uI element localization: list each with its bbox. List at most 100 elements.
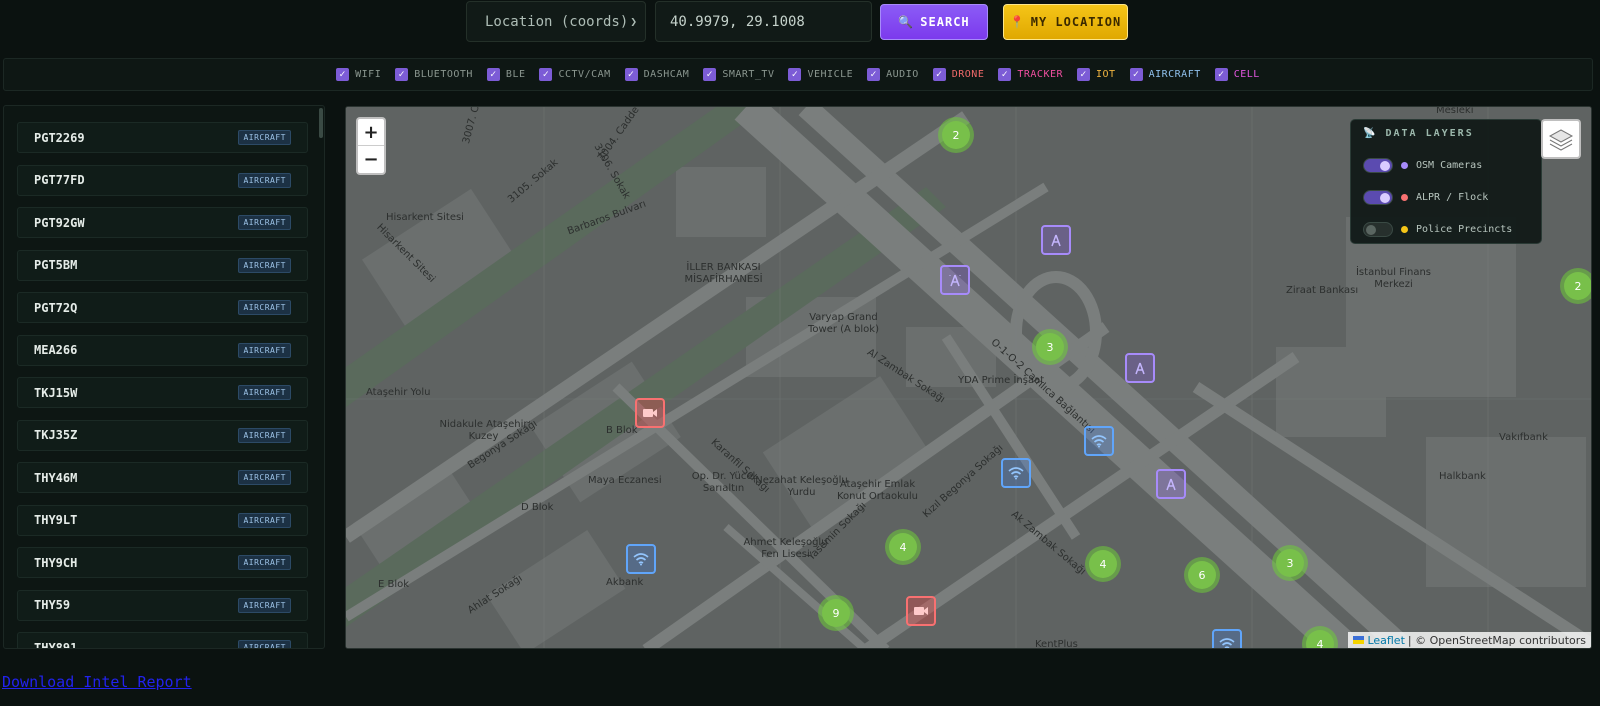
checkbox[interactable]: ✓: [932, 68, 946, 81]
my-location-label: MY LOCATION: [1030, 15, 1122, 29]
list-item[interactable]: PGT5BM AIRCRAFT: [17, 249, 308, 281]
list-item[interactable]: THY9LT AIRCRAFT: [17, 504, 308, 536]
search-button[interactable]: 🔍 SEARCH: [880, 4, 988, 40]
list-item[interactable]: PGT72Q AIRCRAFT: [17, 292, 308, 323]
checkbox[interactable]: ✓: [1214, 68, 1228, 81]
list-item[interactable]: PGT2269 AIRCRAFT: [17, 122, 308, 153]
checkbox[interactable]: ✓: [486, 68, 500, 81]
checkbox[interactable]: ✓: [395, 68, 409, 81]
list-item[interactable]: TKJ35Z AIRCRAFT: [17, 419, 308, 451]
search-mode-value: Location (coords): [485, 13, 629, 30]
checkbox[interactable]: ✓: [703, 68, 717, 81]
wifi-marker[interactable]: [1084, 426, 1114, 456]
layer-toggle[interactable]: [1363, 189, 1393, 205]
cell-tower-marker[interactable]: [1125, 353, 1155, 383]
checkbox[interactable]: ✓: [624, 68, 638, 81]
layer-toggle[interactable]: [1363, 221, 1393, 237]
camera-marker[interactable]: [635, 398, 665, 428]
filter-wifi[interactable]: ✓ WIFI: [336, 68, 381, 81]
leaflet-link[interactable]: Leaflet: [1367, 634, 1404, 647]
cluster-marker[interactable]: 3: [1032, 329, 1068, 365]
cluster-marker[interactable]: 2: [1560, 268, 1591, 304]
device-callsign: THY9LT: [34, 513, 78, 527]
zoom-in-button[interactable]: +: [358, 119, 384, 146]
scrollbar[interactable]: [319, 108, 323, 138]
list-item[interactable]: THY9CH AIRCRAFT: [17, 547, 308, 578]
coords-input[interactable]: 40.9979, 29.1008: [655, 1, 872, 42]
map-label: Maya Eczanesi: [588, 475, 662, 486]
checkbox[interactable]: ✓: [788, 68, 802, 81]
filter-aircraft[interactable]: ✓ AIRCRAFT: [1129, 68, 1201, 81]
filter-label: WIFI: [355, 69, 382, 80]
wifi-marker[interactable]: [1001, 458, 1031, 488]
checkbox[interactable]: ✓: [1129, 68, 1143, 81]
list-item[interactable]: THY891 AIRCRAFT: [17, 632, 308, 648]
device-type-badge: AIRCRAFT: [238, 640, 291, 648]
satellite-icon: 📡: [1363, 128, 1378, 139]
device-callsign: THY59: [34, 598, 71, 612]
data-layers-panel: 📡 DATA LAYERS OSM Cameras ALPR / Flock Pol…: [1350, 119, 1542, 244]
list-item[interactable]: TKJ15W AIRCRAFT: [17, 377, 308, 408]
filter-label: IOT: [1096, 69, 1116, 80]
zoom-out-button[interactable]: −: [358, 146, 384, 173]
filter-ble[interactable]: ✓ BLE: [486, 68, 526, 81]
list-item[interactable]: THY59 AIRCRAFT: [17, 589, 308, 621]
cluster-marker[interactable]: 6: [1184, 557, 1220, 593]
cell-tower-icon: [1051, 234, 1061, 247]
layer-rows: OSM Cameras ALPR / Flock Police Precincts: [1363, 149, 1529, 245]
layer-toggle[interactable]: [1363, 157, 1393, 173]
checkbox[interactable]: ✓: [998, 68, 1012, 81]
filter-audio[interactable]: ✓ AUDIO: [867, 68, 919, 81]
coords-value: 40.9979, 29.1008: [670, 13, 805, 30]
filter-label: SMART_TV: [722, 69, 775, 80]
layer-switcher-button[interactable]: [1541, 119, 1581, 159]
filter-vehicle[interactable]: ✓ VEHICLE: [788, 68, 853, 81]
map[interactable]: Hisarkent Sitesi İLLER BANKASI MİSAFİRHAN…: [345, 106, 1592, 649]
filter-cell[interactable]: ✓ CELL: [1214, 68, 1260, 81]
wifi-marker[interactable]: [1212, 629, 1242, 648]
device-type-badge: AIRCRAFT: [238, 385, 291, 400]
checkbox[interactable]: ✓: [336, 68, 350, 81]
filter-smart-tv[interactable]: ✓ SMART_TV: [703, 68, 774, 81]
filter-cctv-cam[interactable]: ✓ CCTV/CAM: [539, 68, 610, 81]
my-location-button[interactable]: 📍 MY LOCATION: [1003, 4, 1128, 40]
cluster-marker[interactable]: 2: [938, 117, 974, 153]
list-item[interactable]: THY46M AIRCRAFT: [17, 462, 308, 493]
cell-tower-marker[interactable]: [940, 265, 970, 295]
cluster-marker[interactable]: 4: [885, 529, 921, 565]
toggle-knob: [1380, 192, 1390, 203]
device-type-badge: AIRCRAFT: [238, 215, 291, 230]
device-callsign: PGT5BM: [34, 258, 78, 272]
filter-drone[interactable]: ✓ DRONE: [932, 68, 985, 81]
device-type-badge: AIRCRAFT: [238, 555, 291, 570]
cell-tower-marker[interactable]: [1156, 469, 1186, 499]
map-label: KentPlus: [1035, 639, 1078, 649]
filter-label: BLUETOOTH: [414, 69, 473, 80]
cluster-marker[interactable]: 3: [1272, 545, 1308, 581]
data-layers-title: 📡 DATA LAYERS: [1363, 128, 1529, 139]
checkbox[interactable]: ✓: [1077, 68, 1091, 81]
cluster-marker[interactable]: 9: [818, 595, 854, 631]
camera-marker[interactable]: [906, 596, 936, 626]
filter-dashcam[interactable]: ✓ DASHCAM: [624, 68, 690, 81]
download-report-link[interactable]: Download Intel Report: [2, 673, 192, 691]
layer-row: ALPR / Flock: [1363, 181, 1529, 213]
checkbox[interactable]: ✓: [867, 68, 881, 81]
search-mode-select[interactable]: Location (coords) ❯: [466, 1, 646, 42]
device-list[interactable]: PGT2269 AIRCRAFT PGT77FD AIRCRAFT PGT92GW AIR…: [3, 105, 325, 649]
checkbox[interactable]: ✓: [539, 68, 553, 81]
filter-iot[interactable]: ✓ IOT: [1077, 68, 1116, 81]
filter-label: CELL: [1233, 69, 1260, 80]
wifi-marker[interactable]: [626, 544, 656, 574]
cell-tower-marker[interactable]: [1041, 225, 1071, 255]
filter-tracker[interactable]: ✓ TRACKER: [998, 68, 1063, 81]
filter-label: DASHCAM: [643, 69, 690, 80]
list-item[interactable]: MEA266 AIRCRAFT: [17, 334, 308, 366]
list-item[interactable]: PGT92GW AIRCRAFT: [17, 207, 308, 238]
device-callsign: TKJ15W: [34, 385, 78, 400]
cluster-marker[interactable]: 4: [1085, 546, 1121, 582]
list-item[interactable]: PGT77FD AIRCRAFT: [17, 164, 308, 196]
video-camera-icon: [643, 409, 657, 417]
cell-tower-icon: [949, 274, 961, 287]
filter-bluetooth[interactable]: ✓ BLUETOOTH: [395, 68, 473, 81]
